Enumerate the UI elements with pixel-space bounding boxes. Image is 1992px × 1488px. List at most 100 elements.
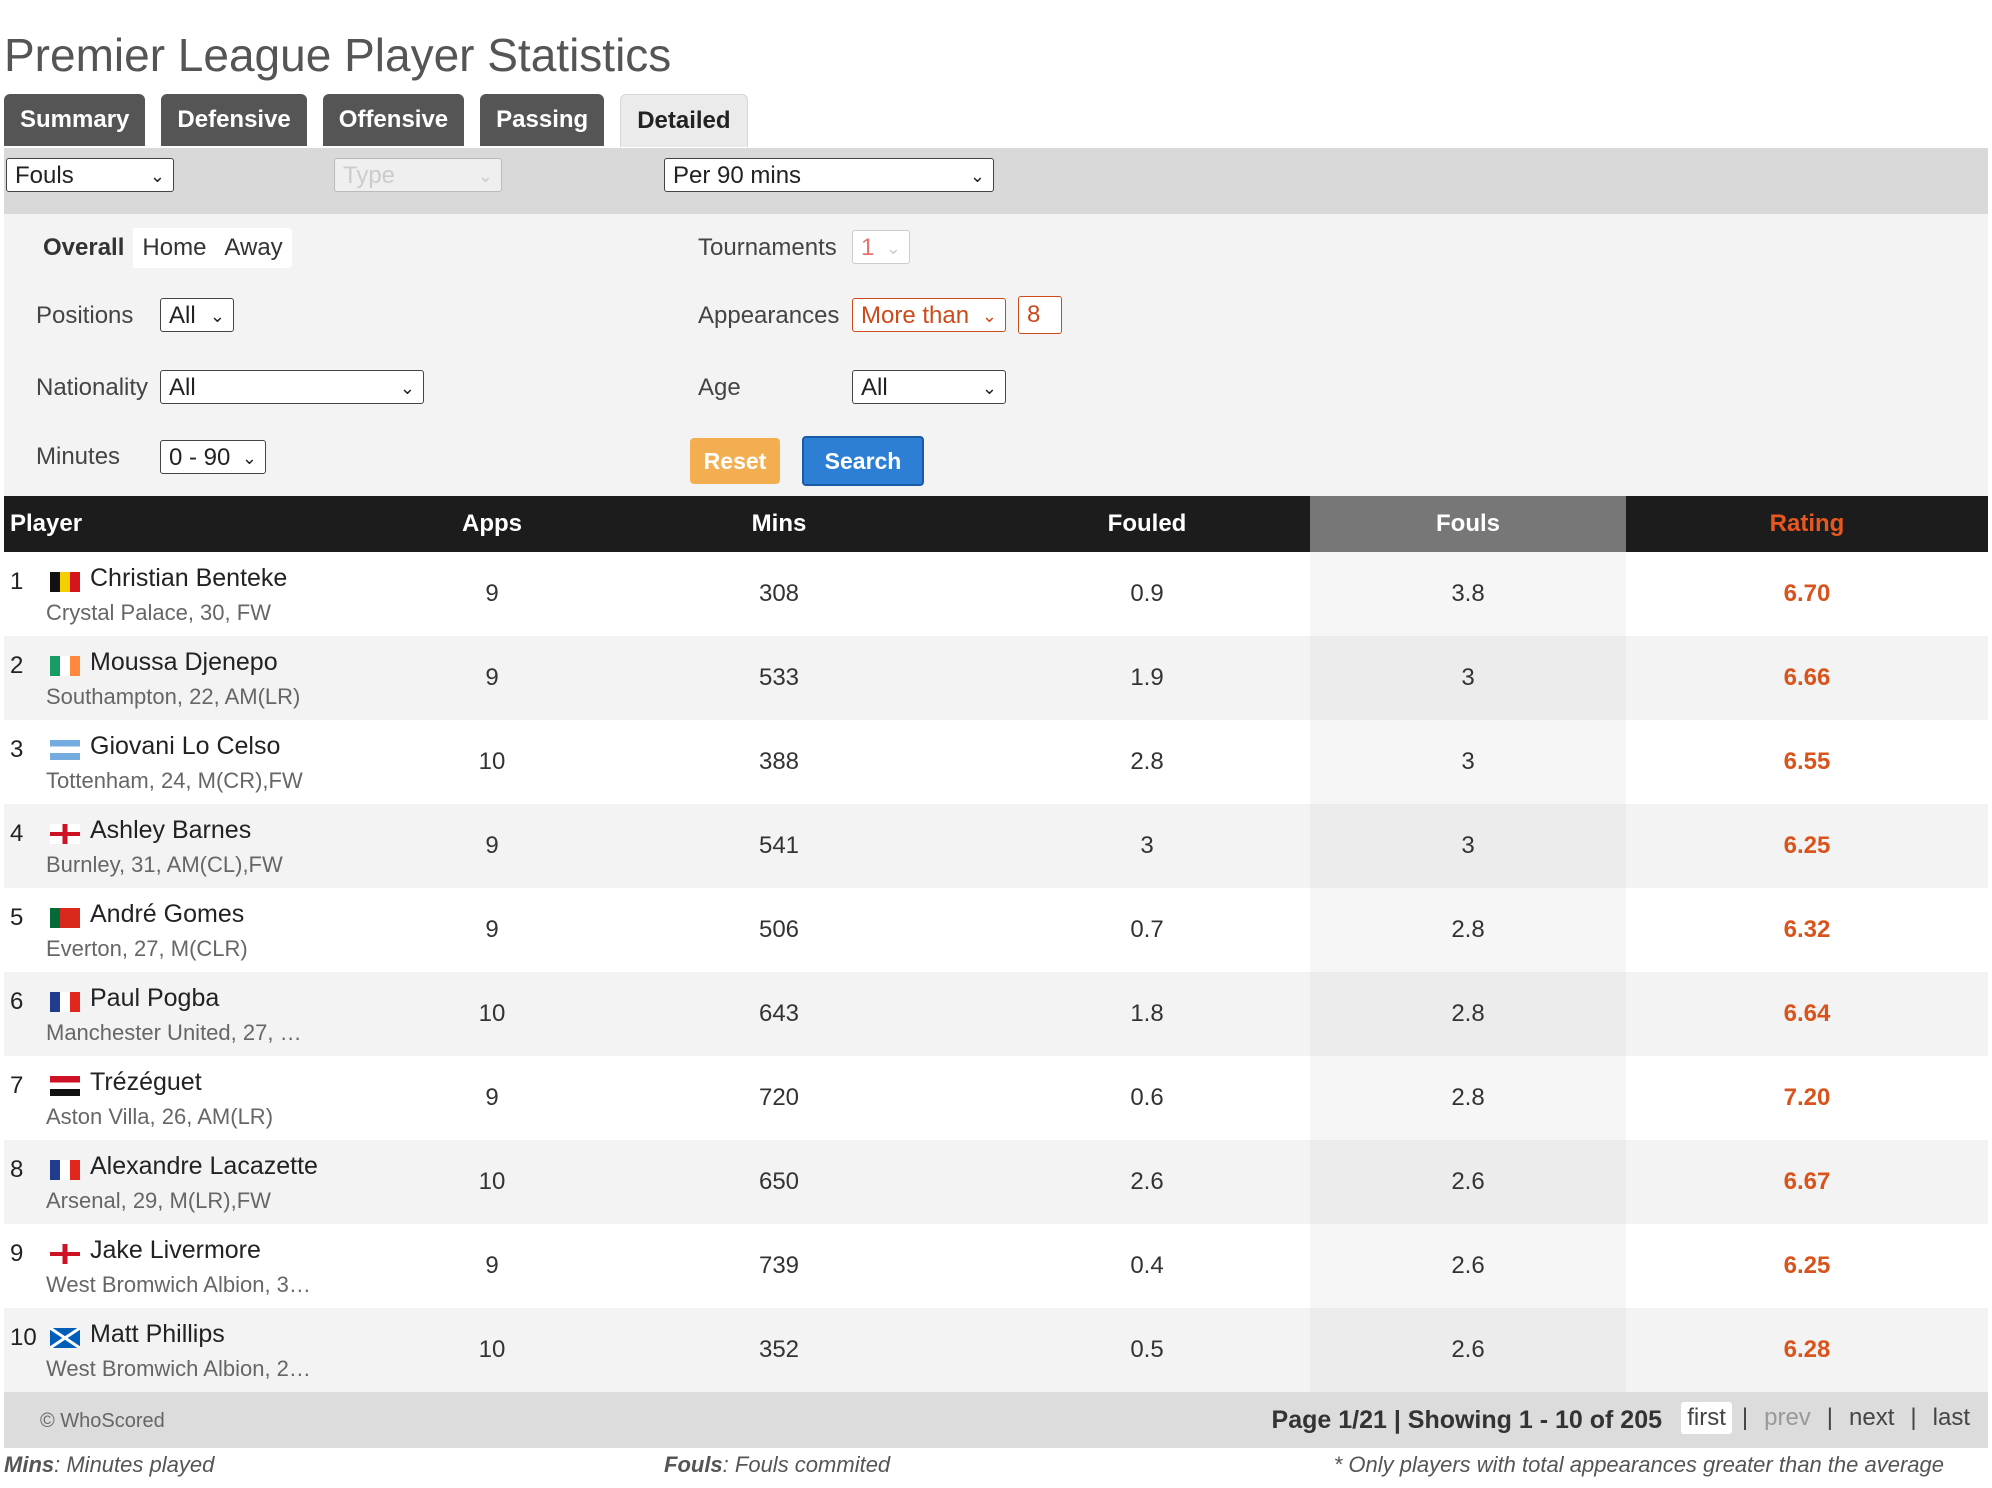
appearances-operator-select[interactable]: More than ⌄ <box>852 298 1006 332</box>
appearances-label: Appearances <box>698 302 840 329</box>
search-button[interactable]: Search <box>802 436 924 486</box>
minutes-select[interactable]: 0 - 90 ⌄ <box>160 440 266 474</box>
fouls-cell: 3 <box>1310 636 1626 720</box>
player-name-link[interactable]: Alexandre Lacazette <box>90 1152 318 1181</box>
pager-next[interactable]: next <box>1843 1402 1900 1434</box>
player-name-link[interactable]: Jake Livermore <box>90 1236 261 1265</box>
player-rank: 10 <box>10 1324 37 1351</box>
venue-overall[interactable]: Overall <box>34 228 134 268</box>
fouled-cell: 0.4 <box>1130 1252 1164 1279</box>
player-meta: Southampton, 22, AM(LR) <box>46 684 301 709</box>
per-select[interactable]: Per 90 mins ⌄ <box>664 158 994 192</box>
legend-mins: Mins: Minutes played <box>4 1452 214 1478</box>
fouls-cell: 2.6 <box>1310 1224 1626 1308</box>
positions-select[interactable]: All ⌄ <box>160 298 234 332</box>
age-select[interactable]: All ⌄ <box>852 370 1006 404</box>
tab-offensive[interactable]: Offensive <box>322 94 465 146</box>
fouls-cell: 3 <box>1310 720 1626 804</box>
player-name-link[interactable]: Moussa Djenepo <box>90 648 278 677</box>
tab-passing[interactable]: Passing <box>480 94 605 146</box>
table-row[interactable]: 5 André Gomes Everton, 27, M(CLR) 9 506 … <box>4 888 1988 972</box>
col-header-fouls[interactable]: Fouls <box>1310 496 1626 552</box>
table-row[interactable]: 3 Giovani Lo Celso Tottenham, 24, M(CR),… <box>4 720 1988 804</box>
player-name-link[interactable]: Christian Benteke <box>90 564 287 593</box>
table-row[interactable]: 8 Alexandre Lacazette Arsenal, 29, M(LR)… <box>4 1140 1988 1224</box>
rating-cell: 6.25 <box>1783 1252 1831 1279</box>
table-row[interactable]: 10 Matt Phillips West Bromwich Albion, 2… <box>4 1308 1988 1392</box>
table-row[interactable]: 6 Paul Pogba Manchester United, 27, … 10… <box>4 972 1988 1056</box>
player-rank: 1 <box>10 568 24 595</box>
country-flag-icon <box>50 656 80 676</box>
mins-cell: 739 <box>758 1252 800 1279</box>
col-header-player[interactable]: Player <box>4 496 410 552</box>
table-row[interactable]: 7 Trézéguet Aston Villa, 26, AM(LR) 9 72… <box>4 1056 1988 1140</box>
pagination: first | prev | next | last <box>1681 1402 1976 1434</box>
tab-defensive[interactable]: Defensive <box>161 94 307 146</box>
pager-last[interactable]: last <box>1927 1402 1976 1434</box>
table-row[interactable]: 1 Christian Benteke Crystal Palace, 30, … <box>4 552 1988 636</box>
country-flag-icon <box>50 992 80 1012</box>
player-meta: Everton, 27, M(CLR) <box>46 936 248 961</box>
country-flag-icon <box>50 1076 80 1096</box>
table-footer: © WhoScored Page 1/21 | Showing 1 - 10 o… <box>4 1392 1988 1448</box>
col-header-apps[interactable]: Apps <box>410 496 574 552</box>
pager-first[interactable]: first <box>1681 1402 1732 1434</box>
mins-cell: 541 <box>574 804 984 888</box>
player-rank: 4 <box>10 820 24 847</box>
table-row[interactable]: 4 Ashley Barnes Burnley, 31, AM(CL),FW 9… <box>4 804 1988 888</box>
player-name-link[interactable]: André Gomes <box>90 900 244 929</box>
rating-cell: 7.20 <box>1783 1084 1831 1111</box>
type-select: Type ⌄ <box>334 158 502 192</box>
table-row[interactable]: 9 Jake Livermore West Bromwich Albion, 3… <box>4 1224 1988 1308</box>
player-cell: 3 Giovani Lo Celso Tottenham, 24, M(CR),… <box>4 720 410 804</box>
mins-cell: 720 <box>758 1084 800 1111</box>
venue-home[interactable]: Home <box>133 228 215 268</box>
tab-detailed[interactable]: Detailed <box>620 94 748 147</box>
nationality-select[interactable]: All ⌄ <box>160 370 424 404</box>
category-select-value: Fouls <box>15 162 74 189</box>
venue-away[interactable]: Away <box>215 228 291 268</box>
pager-separator: | <box>1741 1404 1749 1431</box>
player-name-link[interactable]: Giovani Lo Celso <box>90 732 280 761</box>
player-rank: 5 <box>10 904 24 931</box>
positions-label: Positions <box>36 302 134 329</box>
country-flag-icon <box>50 1244 80 1264</box>
rating-cell: 6.64 <box>1626 972 1988 1056</box>
category-filter-bar: Fouls ⌄ Type ⌄ Per 90 mins ⌄ <box>4 148 1988 214</box>
col-header-mins[interactable]: Mins <box>574 496 984 552</box>
chevron-down-icon: ⌄ <box>477 166 493 186</box>
reset-button[interactable]: Reset <box>690 438 780 484</box>
player-meta: Manchester United, 27, … <box>46 1020 302 1045</box>
mins-cell: 643 <box>574 972 984 1056</box>
fouled-cell: 1.8 <box>984 972 1310 1056</box>
apps-cell: 10 <box>410 1308 574 1392</box>
player-meta: Arsenal, 29, M(LR),FW <box>46 1188 271 1213</box>
legend-fouls: Fouls: Fouls commited <box>664 1452 890 1478</box>
rating-cell: 6.28 <box>1626 1308 1988 1392</box>
positions-value: All <box>169 302 196 329</box>
tournaments-select[interactable]: 1 ⌄ <box>852 230 910 264</box>
legend-mins-key: Mins <box>4 1452 55 1477</box>
category-select[interactable]: Fouls ⌄ <box>6 158 174 192</box>
player-name-link[interactable]: Matt Phillips <box>90 1320 225 1349</box>
player-rank: 7 <box>10 1072 24 1099</box>
player-meta: Tottenham, 24, M(CR),FW <box>46 768 303 793</box>
apps-cell: 10 <box>410 1140 574 1224</box>
mins-cell: 388 <box>758 748 800 775</box>
minutes-label: Minutes <box>36 443 121 470</box>
col-header-rating[interactable]: Rating <box>1626 496 1988 552</box>
apps-cell: 9 <box>410 636 574 720</box>
player-name-link[interactable]: Paul Pogba <box>90 984 219 1013</box>
table-row[interactable]: 2 Moussa Djenepo Southampton, 22, AM(LR)… <box>4 636 1988 720</box>
apps-cell: 9 <box>410 804 574 888</box>
tab-summary[interactable]: Summary <box>4 94 146 146</box>
country-flag-icon <box>50 1328 80 1348</box>
minutes-value: 0 - 90 <box>169 444 231 471</box>
player-cell: 4 Ashley Barnes Burnley, 31, AM(CL),FW <box>4 804 410 888</box>
appearances-input[interactable]: 8 <box>1018 296 1062 334</box>
player-name-link[interactable]: Trézéguet <box>90 1068 202 1097</box>
pager-separator: | <box>1826 1404 1834 1431</box>
col-header-fouled[interactable]: Fouled <box>984 496 1310 552</box>
appearances-value: 8 <box>1027 301 1041 328</box>
player-name-link[interactable]: Ashley Barnes <box>90 816 251 845</box>
